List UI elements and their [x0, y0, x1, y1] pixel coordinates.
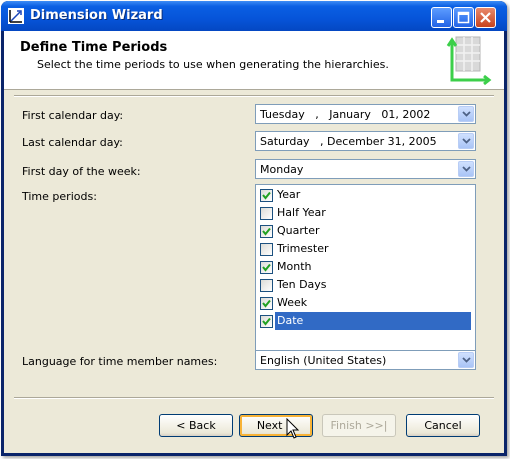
list-item[interactable]: Half Year: [256, 204, 475, 222]
checkbox[interactable]: [260, 207, 273, 220]
chevron-down-icon[interactable]: [458, 133, 474, 149]
checkmark-icon: [262, 191, 271, 200]
list-item-label: Date: [275, 312, 471, 330]
first-day-of-week-dropdown[interactable]: Monday: [255, 159, 476, 179]
language-value: English (United States): [260, 354, 387, 367]
list-item[interactable]: Quarter: [256, 222, 475, 240]
cancel-button[interactable]: Cancel: [406, 414, 480, 437]
time-periods-list[interactable]: Year Half Year Quarter Trimester Month Ten Da…: [255, 184, 476, 360]
list-item-label: Half Year: [277, 206, 326, 219]
checkbox[interactable]: [260, 261, 273, 274]
list-item-label: Quarter: [277, 224, 320, 237]
title-bar[interactable]: Dimension Wizard: [1, 1, 507, 31]
list-item-label: Ten Days: [277, 278, 327, 291]
maximize-icon: [457, 11, 470, 24]
wizard-body: Define Time Periods Select the time peri…: [4, 31, 504, 453]
mouse-cursor-icon: [286, 418, 300, 439]
list-item[interactable]: Date: [256, 312, 475, 330]
last-calendar-day-picker[interactable]: Saturday , December 31, 2005: [255, 131, 476, 151]
wizard-icon: [8, 8, 24, 24]
list-item[interactable]: Week: [256, 294, 475, 312]
close-button[interactable]: [475, 7, 496, 28]
header-divider: [14, 95, 494, 97]
checkmark-icon: [262, 263, 271, 272]
language-dropdown[interactable]: English (United States): [255, 350, 476, 370]
chevron-down-icon[interactable]: [458, 161, 474, 177]
list-item-label: Year: [277, 188, 301, 201]
page-title: Define Time Periods: [20, 40, 168, 55]
checkbox[interactable]: [260, 225, 273, 238]
first-calendar-day-value: Tuesday , January 01, 2002: [260, 108, 431, 121]
checkbox[interactable]: [260, 279, 273, 292]
dimension-wizard-window: Dimension Wizard Define Time Periods Sel…: [1, 1, 507, 456]
wizard-header: Define Time Periods Select the time peri…: [4, 31, 504, 90]
first-calendar-day-picker[interactable]: Tuesday , January 01, 2002: [255, 104, 476, 124]
minimize-icon: [437, 20, 444, 23]
first-calendar-day-label: First calendar day:: [22, 109, 124, 122]
checkbox[interactable]: [260, 189, 273, 202]
close-icon: [480, 12, 491, 23]
checkbox[interactable]: [260, 297, 273, 310]
checkbox[interactable]: [260, 243, 273, 256]
next-button[interactable]: Next >: [239, 414, 313, 437]
list-item[interactable]: Trimester: [256, 240, 475, 258]
checkmark-icon: [262, 227, 271, 236]
back-button[interactable]: < Back: [159, 414, 233, 437]
language-label: Language for time member names:: [22, 355, 218, 368]
finish-button[interactable]: Finish >>|: [322, 414, 396, 437]
first-day-of-week-label: First day of the week:: [22, 165, 141, 178]
maximize-button[interactable]: [453, 7, 474, 28]
list-item-label: Month: [277, 260, 312, 273]
first-day-of-week-value: Monday: [260, 163, 304, 176]
checkmark-icon: [262, 317, 271, 326]
list-item[interactable]: Ten Days: [256, 276, 475, 294]
footer-divider: [14, 397, 494, 399]
time-dimension-graphic-icon: [446, 36, 492, 86]
chevron-down-icon[interactable]: [458, 106, 474, 122]
list-item-label: Trimester: [277, 242, 329, 255]
minimize-button[interactable]: [431, 7, 452, 28]
last-calendar-day-value: Saturday , December 31, 2005: [260, 135, 437, 148]
list-item[interactable]: Month: [256, 258, 475, 276]
checkmark-icon: [262, 299, 271, 308]
chevron-down-icon[interactable]: [458, 352, 474, 368]
checkbox[interactable]: [260, 315, 273, 328]
list-item-label: Week: [277, 296, 308, 309]
time-periods-label: Time periods:: [22, 190, 97, 203]
list-item[interactable]: Year: [256, 186, 475, 204]
last-calendar-day-label: Last calendar day:: [22, 136, 123, 149]
window-title: Dimension Wizard: [30, 8, 163, 23]
page-subtitle: Select the time periods to use when gene…: [37, 58, 389, 71]
